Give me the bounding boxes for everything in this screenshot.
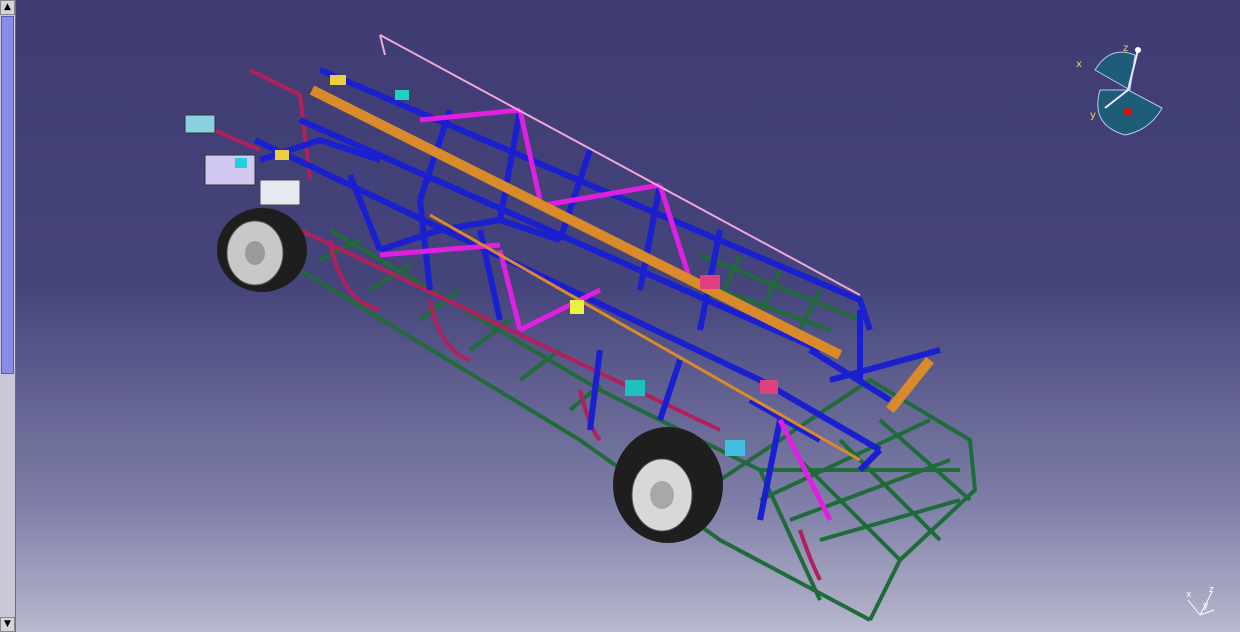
triad-y-label: y <box>1203 601 1209 611</box>
compass-y-label: y <box>1090 110 1096 121</box>
vertical-scrollbar[interactable]: ▲ ▼ <box>0 0 16 632</box>
compass-x-label: x <box>1076 59 1082 70</box>
front-wheel <box>217 208 307 292</box>
chassis-model[interactable]: x y z z x y <box>16 0 1240 632</box>
compass-z-label: z <box>1123 43 1128 54</box>
orange-longitudinal-beam <box>309 85 934 414</box>
compass-icon[interactable]: x y z <box>1076 43 1163 136</box>
3d-viewport[interactable]: x y z z x y <box>16 0 1240 632</box>
triad-z-label: z <box>1209 585 1214 595</box>
rear-wheel <box>613 427 723 543</box>
scroll-up-arrow-icon[interactable]: ▲ <box>0 0 15 15</box>
triad-x-label: x <box>1186 590 1192 600</box>
axis-triad-icon: z x y <box>1186 585 1215 616</box>
scroll-down-arrow-icon[interactable]: ▼ <box>0 617 15 632</box>
scrollbar-thumb[interactable] <box>1 16 14 374</box>
